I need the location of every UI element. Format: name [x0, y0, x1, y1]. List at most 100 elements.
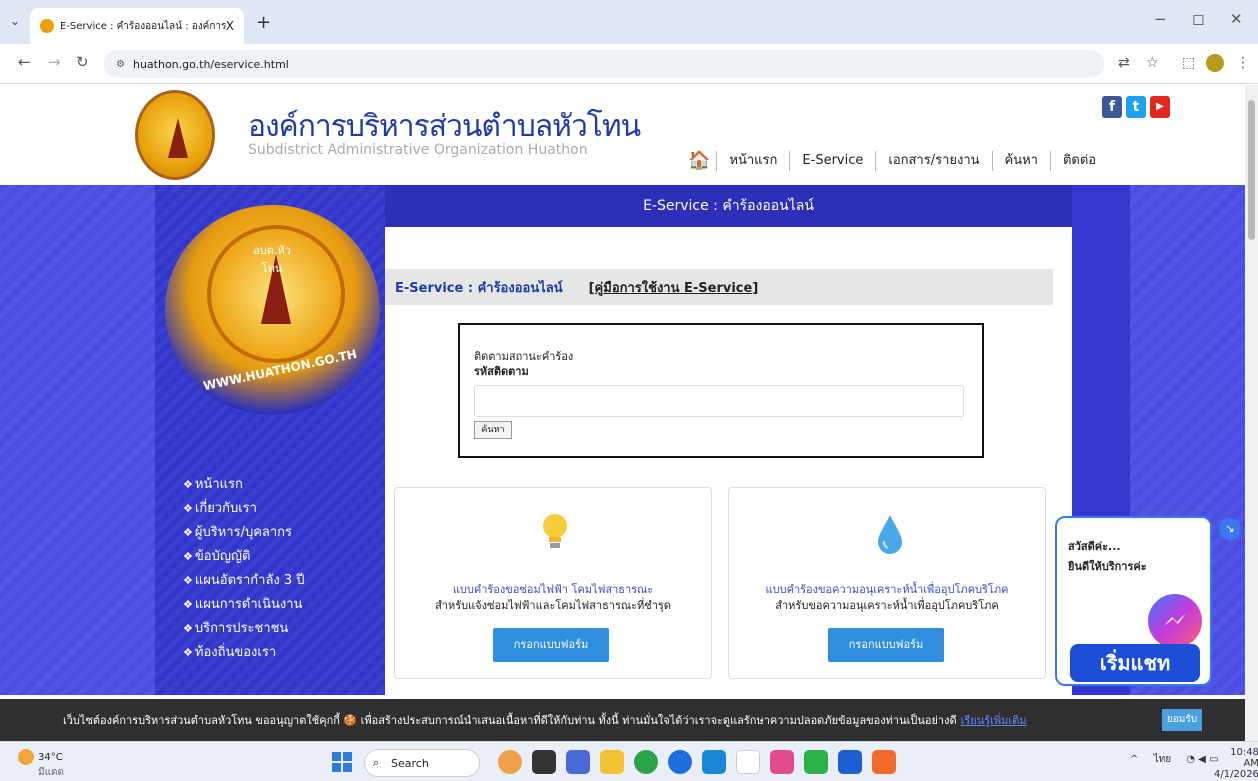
nav-search[interactable]: ค้นหา	[991, 150, 1050, 171]
card-subtitle-water: สำหรับขอความอนุเคราะห์น้ำเพื่ออุปโภคบริโ…	[775, 599, 999, 612]
tracking-code-label: รหัสติดตาม	[474, 365, 529, 378]
twitter-icon[interactable]: t	[1126, 96, 1146, 118]
sidebar-menu: ❖ หน้าแรก ❖ เกี่ยวกับเรา ❖ ผู้บริหาร/บุคลาก…	[183, 475, 305, 663]
photos-icon[interactable]	[770, 750, 794, 774]
nav-contact[interactable]: ติดต่อ	[1049, 150, 1108, 171]
cookie-text: เว็บไซต์องค์การบริหารส่วนตำบลหัวโทน ขออน…	[63, 714, 957, 727]
app-icon[interactable]	[872, 750, 896, 774]
taskbar-search-placeholder: Search	[391, 756, 429, 770]
forward-icon[interactable]: →	[48, 53, 61, 71]
org-subtitle: Subdistrict Administrative Organization …	[248, 142, 588, 158]
nav-eservice[interactable]: E-Service	[789, 150, 875, 171]
extensions-icon[interactable]: ⬚	[1182, 55, 1195, 71]
cookie-bar: เว็บไซต์องค์การบริหารส่วนตำบลหัวโทน ขออน…	[0, 699, 1245, 741]
bookmark-star-icon[interactable]: ☆	[1146, 55, 1159, 71]
diamond-icon: ❖	[183, 622, 193, 635]
chrome-icon[interactable]	[634, 750, 658, 774]
emblem-top-text: อบต.หัวโทน	[253, 244, 291, 275]
card-subtitle-electric: สำหรับแจ้งซ่อมไฟฟ้าและโคมไฟสาธารณะที่ชำร…	[435, 599, 671, 612]
taskbar	[0, 741, 1258, 781]
tracking-code-input[interactable]	[474, 385, 964, 417]
cookie-learn-more-link[interactable]: เรียนรู้เพิ่มเติม	[961, 711, 1027, 729]
tracking-search-button[interactable]: ค้นหา	[474, 421, 512, 439]
edge-icon[interactable]	[702, 750, 726, 774]
line-icon[interactable]	[804, 750, 828, 774]
content-header-title: E-Service : คำร้องออนไลน์	[395, 280, 563, 296]
top-nav: 🏠 หน้าแรก E-Service เอกสาร/รายงาน ค้นหา …	[688, 150, 1108, 171]
social-links: f t ▶	[1102, 96, 1170, 118]
fill-form-button-water[interactable]: กรอกแบบฟอร์ม	[828, 628, 944, 662]
input-language[interactable]: ไทย	[1154, 754, 1171, 765]
home-icon[interactable]: 🏠	[688, 150, 710, 171]
address-bar[interactable]: ⚙ huathon.go.th/eservice.html	[104, 50, 1104, 78]
messenger-icon[interactable]	[1148, 594, 1202, 648]
diamond-icon: ❖	[183, 526, 193, 539]
manual-link[interactable]: [คู่มือการใช้งาน E-Service]	[589, 277, 759, 298]
browser-tab[interactable]: E-Service : คำร้องออนไลน์ : องค์การ X	[30, 8, 244, 44]
tab-title: E-Service : คำร้องออนไลน์ : องค์การ	[60, 20, 226, 32]
task-view-icon[interactable]	[532, 750, 556, 774]
file-explorer-icon[interactable]	[600, 750, 624, 774]
search-icon: ⌕	[373, 756, 380, 769]
diamond-icon: ❖	[183, 598, 193, 611]
clock-date: 4/1/2026	[1214, 769, 1258, 780]
sidebar-item-ordinance[interactable]: ❖ ข้อบัญญัติ	[183, 547, 305, 567]
sidebar-item-about[interactable]: ❖ เกี่ยวกับเรา	[183, 499, 305, 519]
hp-icon[interactable]	[668, 750, 692, 774]
emblem-logo: อบต.หัวโทน WWW.HUATHON.GO.TH	[165, 205, 380, 415]
sidebar-item-operation-plan[interactable]: ❖ แผนการดำเนินงาน	[183, 595, 305, 615]
minimize-button[interactable]: −	[1154, 10, 1167, 28]
diamond-icon: ❖	[183, 550, 193, 563]
back-icon[interactable]: ←	[18, 53, 31, 71]
system-tray[interactable]: ^ ไทย ◔ ◀ ▭	[1130, 752, 1219, 767]
diamond-icon: ❖	[183, 478, 193, 491]
windows-start-icon[interactable]	[332, 752, 352, 772]
profile-avatar[interactable]	[1206, 54, 1224, 72]
outlook-icon[interactable]	[838, 750, 862, 774]
chat-minimize-icon[interactable]: ↘	[1219, 518, 1241, 540]
content-header: E-Service : คำร้องออนไลน์ [คู่มือการใช้ง…	[385, 269, 1053, 305]
url-text: huathon.go.th/eservice.html	[132, 57, 289, 71]
weather-widget[interactable]: 34°C มีแดด	[18, 749, 64, 780]
tray-chevron-icon[interactable]: ^	[1130, 754, 1138, 765]
water-drop-icon	[878, 515, 902, 554]
diamond-icon: ❖	[183, 502, 193, 515]
restore-button[interactable]: ◻	[1192, 10, 1204, 28]
nav-documents[interactable]: เอกสาร/รายงาน	[875, 150, 991, 171]
sidebar-item-home[interactable]: ❖ หน้าแรก	[183, 475, 305, 495]
facebook-icon[interactable]: f	[1102, 96, 1122, 118]
site-info-icon[interactable]: ⚙	[116, 59, 125, 70]
start-chat-button[interactable]: เริ่มแชท	[1070, 644, 1200, 682]
new-tab-button[interactable]: +	[256, 12, 271, 33]
cookie-accept-button[interactable]: ยอมรับ	[1162, 709, 1202, 731]
scrollbar-thumb[interactable]	[1248, 100, 1255, 240]
sidebar-item-public-service[interactable]: ❖ บริการประชาชน	[183, 619, 305, 639]
menu-icon[interactable]: ⋮	[1236, 55, 1250, 71]
close-window-button[interactable]: ✕	[1230, 10, 1243, 28]
youtube-icon[interactable]: ▶	[1150, 96, 1170, 118]
tab-close-icon[interactable]: X	[226, 19, 234, 33]
chat-welcome: ยินดีให้บริการค่ะ	[1068, 560, 1147, 573]
clock[interactable]: 10:48 AM 4/1/2026	[1214, 747, 1258, 780]
copilot-icon[interactable]	[498, 750, 522, 774]
page-title-bar: E-Service : คำร้องออนไลน์	[385, 185, 1072, 227]
sidebar-item-staff[interactable]: ❖ ผู้บริหาร/บุคลากร	[183, 523, 305, 543]
favicon-icon	[40, 19, 54, 33]
sidebar-item-local[interactable]: ❖ ท้องถิ่นของเรา	[183, 643, 305, 663]
translate-icon[interactable]: ⇄	[1118, 55, 1130, 71]
chat-greeting: สวัสดีค่ะ...	[1068, 540, 1121, 553]
taskbar-search[interactable]: ⌕ Search	[364, 749, 480, 777]
teams-icon[interactable]	[566, 750, 590, 774]
clock-time: 10:48 AM	[1230, 747, 1258, 769]
nav-home[interactable]: หน้าแรก	[716, 150, 789, 171]
lightbulb-icon	[543, 514, 567, 548]
volume-icon[interactable]: ◀	[1198, 754, 1206, 765]
site-logo[interactable]	[135, 90, 215, 180]
reload-icon[interactable]: ↻	[76, 53, 89, 71]
tab-search-icon[interactable]: ⌄	[10, 14, 20, 28]
sidebar-item-manpower-plan[interactable]: ❖ แผนอัตรากำลัง 3 ปี	[183, 571, 305, 591]
fill-form-button-electric[interactable]: กรอกแบบฟอร์ม	[493, 628, 609, 662]
notepad-icon[interactable]	[736, 750, 760, 774]
wifi-icon[interactable]: ◔	[1186, 754, 1195, 765]
diamond-icon: ❖	[183, 574, 193, 587]
